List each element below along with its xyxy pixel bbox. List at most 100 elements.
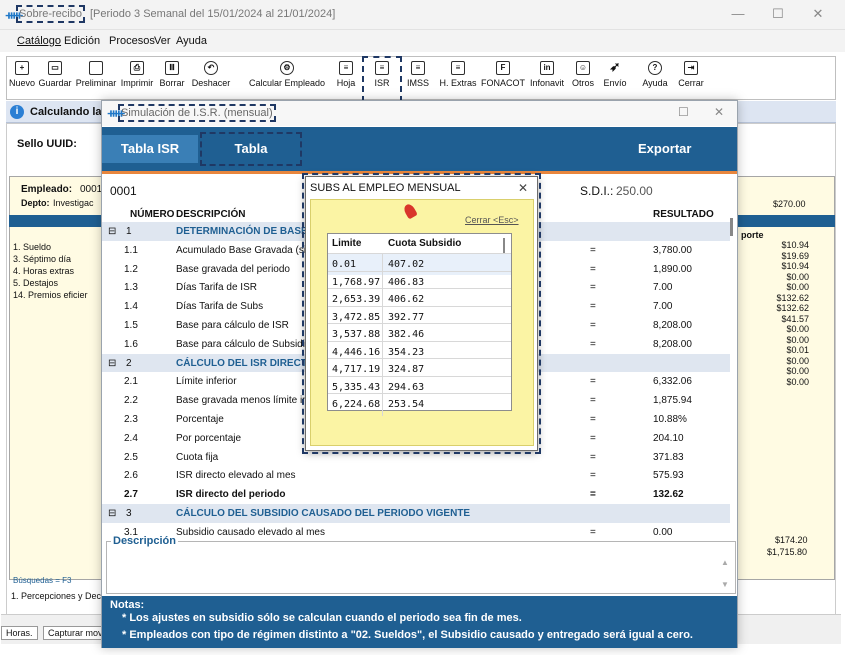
tab-subsidio[interactable]: Tabla Subsidio — [200, 132, 302, 184]
perception-4: 5. Destajos — [13, 278, 59, 288]
limite-value: 3,472.85 — [332, 311, 381, 323]
envio-button[interactable]: ➶ Envío — [601, 59, 629, 99]
section-row[interactable]: ⊟ 3 CÁLCULO DEL SUBSIDIO CAUSADO DEL PERIO… — [102, 504, 730, 523]
menu-ver[interactable]: Ver — [154, 35, 171, 47]
cuota-value: 406.62 — [388, 294, 425, 305]
sdi-value: 250.00 — [616, 184, 653, 198]
row-number: 1.1 — [124, 244, 138, 256]
minimize-button[interactable]: — — [723, 6, 753, 24]
row-result: 10.88% — [653, 414, 687, 425]
other-icon: ☺ — [576, 61, 590, 75]
row-result: 7.00 — [653, 301, 673, 313]
imprimir-label: Imprimir — [120, 78, 154, 88]
descripcion-scroll-down-icon[interactable]: ▼ — [721, 580, 729, 589]
tab-isr[interactable]: Tabla ISR — [102, 135, 198, 163]
imprimir-button[interactable]: ⎙ Imprimir — [119, 59, 155, 99]
period-label: [Periodo 3 Semanal del 15/01/2024 al 21/… — [90, 8, 336, 20]
simulation-close-button[interactable]: ✕ — [714, 105, 724, 119]
borrar-button[interactable]: Ⅲ Borrar — [157, 59, 187, 99]
percepciones-tab[interactable]: 1. Percepciones y Dec — [11, 591, 101, 601]
horas-button[interactable]: Horas. — [1, 626, 38, 640]
menu-procesos[interactable]: Procesos — [109, 35, 155, 47]
preliminar-button[interactable]: Preliminar — [75, 59, 117, 99]
depto-value: Investigac — [53, 198, 94, 208]
importe-value: $41.57 — [781, 313, 809, 324]
collapse-toggle-icon: ⊟ — [108, 226, 117, 237]
importe-value: $0.00 — [786, 324, 809, 334]
subsidy-close-button[interactable]: ✕ — [518, 181, 528, 195]
nuevo-button[interactable]: + Nuevo — [9, 59, 35, 99]
maximize-button[interactable]: ☐ — [763, 6, 793, 24]
deshacer-label: Deshacer — [191, 78, 231, 88]
limite-value: 2,653.39 — [332, 294, 381, 305]
row-number: 3 — [126, 508, 132, 519]
table-row[interactable]: 3.1 Subsidio causado elevado al mes = 0.00 — [102, 523, 730, 542]
infonavit-icon: in — [540, 61, 554, 75]
h-extras-button[interactable]: ≡ H. Extras — [435, 59, 481, 99]
cerrar-esc-link[interactable]: Cerrar <Esc> — [465, 215, 519, 225]
calcular-empleado-label: Calcular Empleado — [248, 78, 326, 88]
export-excel-button[interactable]: Exportar Excel® — [638, 135, 737, 184]
isr-button[interactable]: ≡ ISR — [362, 56, 402, 102]
guardar-button[interactable]: ▭ Guardar — [37, 59, 73, 99]
preliminar-label: Preliminar — [75, 78, 117, 88]
fonacot-button[interactable]: F FONACOT — [481, 59, 525, 99]
imss-label: IMSS — [406, 78, 429, 88]
row-number: 2.6 — [124, 470, 138, 482]
row-equals: = — [590, 338, 596, 350]
grid-scrollbar[interactable] — [730, 218, 733, 236]
ayuda-button[interactable]: ? Ayuda — [639, 59, 671, 99]
importe-value: $10.94 — [781, 261, 809, 271]
menu-ayuda[interactable]: Ayuda — [176, 35, 207, 47]
perception-3: 4. Horas extras — [13, 266, 75, 276]
table-row[interactable]: 2.6 ISR directo elevado al mes = 575.93 — [102, 466, 730, 485]
notes-panel: Notas: * Los ajustes en subsidio sólo se… — [102, 596, 737, 648]
note-2: * Empleados con tipo de régimen distinto… — [122, 629, 693, 641]
cuota-value: 324.87 — [388, 364, 425, 375]
row-result: 0.00 — [653, 526, 673, 538]
fonacot-icon: F — [496, 61, 510, 75]
undo-icon: ↶ — [204, 61, 218, 75]
row-description: ISR directo del periodo — [176, 489, 286, 501]
importe-value: $0.00 — [786, 282, 809, 292]
descripcion-scroll-up-icon[interactable]: ▲ — [721, 558, 729, 567]
simulation-maximize-button[interactable]: ☐ — [678, 105, 689, 119]
infonavit-button[interactable]: in Infonavit — [527, 59, 567, 99]
importe-value: $0.00 — [786, 355, 809, 366]
sticky-note: Cerrar <Esc> Limite Cuota Subsidio 0.01 4… — [310, 199, 534, 446]
limite-value: 5,335.43 — [332, 381, 381, 393]
infonavit-label: Infonavit — [529, 78, 565, 88]
cerrar-button[interactable]: ⇥ Cerrar — [675, 59, 707, 99]
menu-edicion[interactable]: Edición — [64, 35, 100, 47]
perception-5: 14. Premios eficier — [13, 290, 88, 300]
row-number: 2 — [126, 357, 132, 369]
importe-value: $132.62 — [776, 292, 809, 303]
perception-2: 3. Séptimo día — [13, 254, 72, 264]
row-result: 6,332.06 — [653, 376, 692, 388]
cuota-value: 407.02 — [388, 259, 425, 270]
otros-button[interactable]: ☺ Otros — [569, 59, 597, 99]
row-result: 371.83 — [653, 451, 684, 463]
table-row[interactable]: 2.7 ISR directo del periodo = 132.62 — [102, 485, 730, 504]
descripcion-label: Descripción — [111, 535, 178, 547]
row-equals: = — [590, 263, 596, 275]
row-description: Base para cálculo de ISR — [176, 320, 289, 331]
employee-number: 0001 — [110, 184, 137, 198]
hoja-label: Hoja — [336, 78, 356, 88]
row-description: Base gravada menos límite infe — [176, 395, 317, 407]
cuota-value: 382.46 — [388, 329, 425, 340]
hoja-button[interactable]: ≡ Hoja — [333, 59, 359, 99]
imss-button[interactable]: ≡ IMSS — [403, 59, 433, 99]
deshacer-button[interactable]: ↶ Deshacer — [189, 59, 233, 99]
notes-title: Notas: — [110, 599, 145, 611]
row-number: 2.3 — [124, 414, 138, 425]
guardar-label: Guardar — [38, 78, 72, 88]
column-divider — [382, 394, 383, 416]
menu-catalogo[interactable]: Catálogo — [17, 35, 61, 47]
subsidy-row[interactable]: 6,224.68 253.54 — [328, 393, 511, 416]
calcular-empleado-button[interactable]: ⚙ Calcular Empleado — [245, 59, 329, 99]
capturar-button[interactable]: Capturar movi — [43, 626, 110, 640]
cuota-value: 294.63 — [388, 381, 425, 393]
close-button[interactable]: ✕ — [803, 6, 833, 24]
calculating-label: Calculando la — [30, 106, 102, 118]
